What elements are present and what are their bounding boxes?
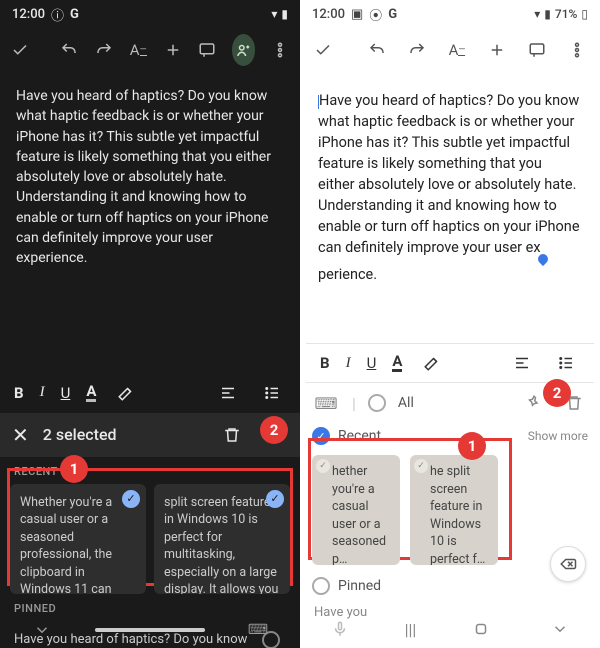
- insert-icon[interactable]: [163, 36, 184, 64]
- redo-icon[interactable]: [404, 36, 430, 64]
- nav-recent[interactable]: |||: [405, 620, 417, 639]
- delete-icon[interactable]: [218, 421, 246, 449]
- text-format-icon[interactable]: A—: [128, 36, 149, 64]
- pinned-checkbox[interactable]: [312, 577, 330, 595]
- highlight-icon[interactable]: [418, 349, 446, 377]
- italic-button[interactable]: I: [346, 355, 351, 372]
- all-label: All: [398, 395, 414, 411]
- selection-count: 2 selected: [43, 425, 117, 444]
- info-icon: ⓘ: [51, 5, 64, 24]
- underline-button[interactable]: U: [61, 384, 71, 402]
- comment-icon[interactable]: [197, 36, 218, 64]
- checked-icon: ✓: [266, 490, 284, 508]
- document-body[interactable]: Have you heard of haptics? Do you know w…: [300, 72, 600, 303]
- location-icon: ⦿: [369, 5, 382, 24]
- show-more-link[interactable]: Show more: [528, 429, 588, 443]
- pinned-label: Pinned: [338, 578, 381, 594]
- bold-button[interactable]: B: [14, 384, 24, 402]
- clipboard-card[interactable]: ✓ hether you're a casual user or a seaso…: [312, 455, 400, 565]
- undo-icon[interactable]: [364, 36, 390, 64]
- collapse-icon[interactable]: [28, 616, 56, 644]
- redo-icon[interactable]: [93, 36, 114, 64]
- doc-text: perience.: [318, 266, 377, 283]
- voice-icon[interactable]: [326, 615, 354, 643]
- overflow-icon[interactable]: [564, 36, 590, 64]
- keyboard-toggle-icon[interactable]: ⌨: [312, 389, 340, 417]
- status-time: 12:00: [312, 7, 345, 22]
- text-color-button[interactable]: A: [392, 354, 402, 372]
- annotation-badge-2: 2: [543, 379, 571, 407]
- battery-icon: ▮: [281, 7, 288, 21]
- underline-button[interactable]: U: [367, 354, 377, 372]
- clipboard-card[interactable]: ✓ he split screen feature in Windows 10 …: [410, 455, 498, 565]
- clipboard-card[interactable]: Whether you're a casual user or a season…: [10, 484, 146, 594]
- battery-level: 71%: [555, 7, 577, 21]
- highlight-icon[interactable]: [112, 379, 140, 407]
- image-icon: ▣: [351, 7, 363, 22]
- wifi-icon: ▾: [534, 7, 540, 21]
- share-button[interactable]: [232, 34, 256, 66]
- nav-handle[interactable]: [95, 628, 205, 632]
- overflow-icon[interactable]: [269, 36, 290, 64]
- battery-icon: ▯: [581, 7, 588, 21]
- checked-icon: ✓: [122, 490, 140, 508]
- clipboard-card-text: hether you're a casual user or a seasone…: [320, 463, 392, 565]
- clipboard-card[interactable]: split screen feature in Windows 10 is pe…: [154, 484, 290, 594]
- backspace-button[interactable]: [550, 546, 586, 582]
- comment-icon[interactable]: [524, 36, 550, 64]
- nav-back[interactable]: [546, 615, 574, 643]
- insert-icon[interactable]: [484, 36, 510, 64]
- align-icon[interactable]: [508, 349, 536, 377]
- text-format-icon[interactable]: A—: [444, 36, 470, 64]
- bullets-icon[interactable]: [552, 349, 580, 377]
- bullets-icon[interactable]: [258, 379, 286, 407]
- confirm-icon[interactable]: [310, 36, 336, 64]
- annotation-badge-1: 1: [60, 455, 88, 483]
- wifi-icon: ▾: [271, 7, 277, 21]
- clipboard-card-text: split screen feature in Windows 10 is pe…: [164, 495, 278, 594]
- align-icon[interactable]: [214, 379, 242, 407]
- clipboard-card-text: Whether you're a casual user or a season…: [20, 495, 122, 594]
- annotation-badge-1: 1: [458, 432, 486, 460]
- close-selection-icon[interactable]: ✕: [12, 423, 29, 447]
- bold-button[interactable]: B: [320, 354, 330, 372]
- keyboard-icon[interactable]: ⌨: [244, 616, 272, 644]
- google-icon: G: [70, 7, 79, 22]
- signal-icon: ▮: [544, 7, 551, 21]
- google-icon: G: [388, 7, 397, 22]
- undo-icon[interactable]: [59, 36, 80, 64]
- status-time: 12:00: [12, 7, 45, 22]
- select-all-checkbox[interactable]: [368, 394, 386, 412]
- document-body[interactable]: Have you heard of haptics? Do you know w…: [0, 72, 300, 283]
- text-color-button[interactable]: A: [86, 384, 96, 402]
- confirm-icon[interactable]: [10, 36, 31, 64]
- clipboard-card-text: he split screen feature in Windows 10 is…: [418, 463, 490, 565]
- annotation-badge-2: 2: [260, 416, 288, 444]
- doc-text: Have you heard of haptics? Do you know w…: [318, 92, 580, 256]
- nav-home[interactable]: [467, 615, 495, 643]
- italic-button[interactable]: I: [40, 384, 45, 401]
